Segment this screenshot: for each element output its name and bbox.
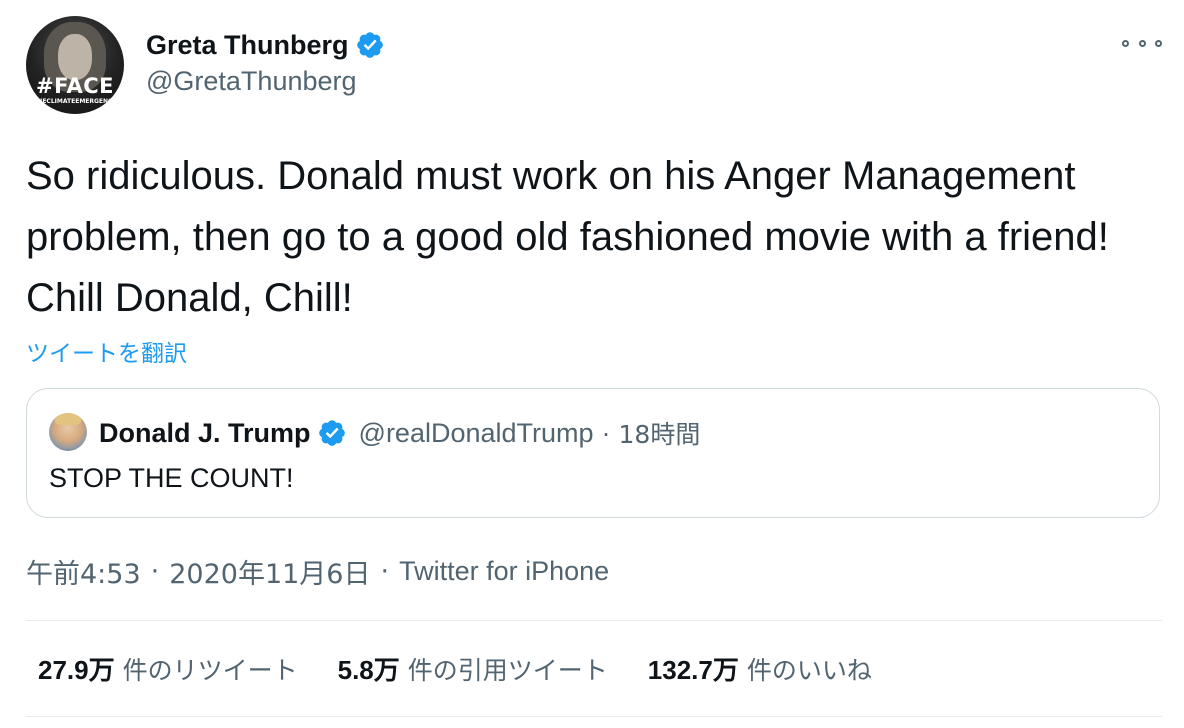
author-avatar[interactable]: #FACE THECLIMATEEMERGENCY [26, 16, 124, 114]
author-display-name[interactable]: Greta Thunberg [146, 30, 349, 61]
divider [26, 620, 1162, 621]
quoted-author-handle[interactable]: @realDonaldTrump [359, 418, 594, 449]
quote-tweets-stat[interactable]: 5.8万 件の引用ツイート [338, 650, 608, 687]
likes-label: 件のいいね [746, 656, 872, 685]
likes-count: 132.7万 [647, 655, 739, 685]
more-options-button[interactable] [1122, 32, 1162, 54]
tweet-source[interactable]: Twitter for iPhone [399, 556, 609, 587]
likes-stat[interactable]: 132.7万 件のいいね [648, 650, 872, 687]
retweets-count: 27.9万 [38, 655, 115, 685]
retweets-stat[interactable]: 27.9万 件のリツイート [38, 650, 298, 687]
quote-tweets-count: 5.8万 [337, 655, 400, 685]
tweet-text: So ridiculous. Donald must work on his A… [26, 154, 1109, 320]
more-dot-icon [1155, 39, 1162, 47]
more-dot-icon [1122, 39, 1129, 47]
tweet-time[interactable]: 午前4:53 [26, 552, 141, 591]
tweet-date[interactable]: 2020年11月6日 [169, 552, 370, 591]
quoted-author-avatar[interactable] [49, 413, 87, 451]
divider [26, 716, 1162, 717]
quoted-tweet-text: STOP THE COUNT! [49, 463, 294, 493]
quoted-tweet-header: Donald J. Trump @realDonaldTrump · 18時間 [99, 413, 700, 453]
author-handle[interactable]: @GretaThunberg [146, 66, 357, 97]
quote-tweets-label: 件の引用ツイート [407, 656, 608, 685]
tweet-meta-line: 午前4:53 · 2020年11月6日 · Twitter for iPhone [26, 552, 609, 591]
quoted-avatar-hair-shape [55, 413, 81, 425]
quoted-author-display-name[interactable]: Donald J. Trump [99, 418, 311, 449]
avatar-overlay-subtext: THECLIMATEEMERGENCY [33, 98, 117, 105]
author-name-row: Greta Thunberg [146, 26, 385, 64]
verified-badge-icon [318, 420, 345, 446]
meta-separator: · [150, 556, 160, 587]
avatar-overlay-text: #FACE [35, 74, 115, 98]
quoted-header-separator: · [601, 417, 611, 448]
retweets-label: 件のリツイート [122, 656, 298, 685]
tweet-container: #FACE THECLIMATEEMERGENCY Greta Thunberg… [0, 0, 1184, 728]
quoted-tweet-card[interactable]: Donald J. Trump @realDonaldTrump · 18時間 … [26, 388, 1160, 518]
quoted-tweet-time[interactable]: 18時間 [619, 415, 701, 451]
meta-separator: · [380, 556, 390, 587]
verified-badge-icon [356, 32, 383, 58]
tweet-stats: 27.9万 件のリツイート 5.8万 件の引用ツイート 132.7万 件のいいね [38, 650, 872, 687]
more-dot-icon [1138, 39, 1146, 47]
translate-tweet-link[interactable]: ツイートを翻訳 [26, 334, 187, 368]
